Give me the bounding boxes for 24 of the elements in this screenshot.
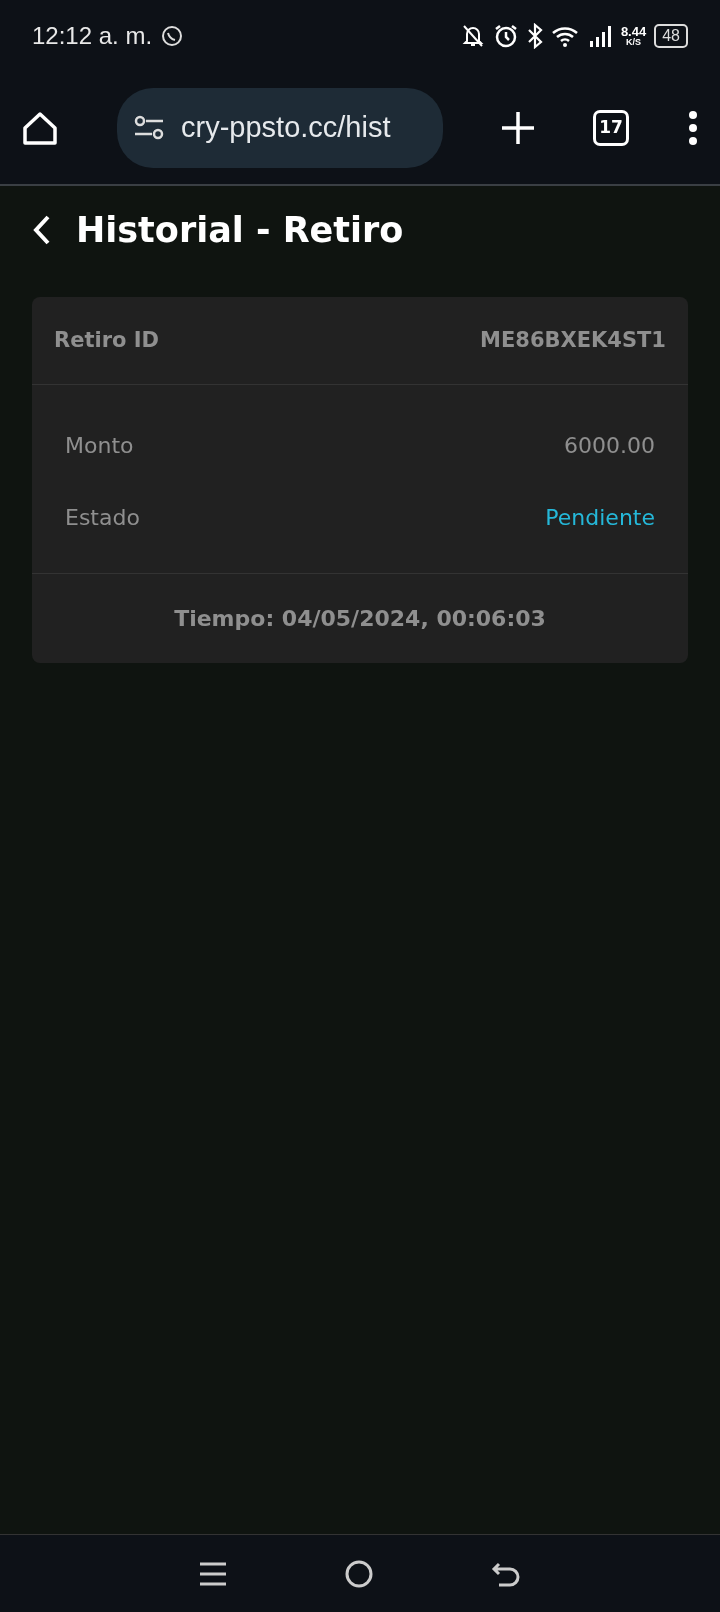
page-title: Historial - Retiro	[76, 209, 404, 252]
signal-icon	[588, 24, 613, 48]
menu-icon[interactable]	[686, 110, 700, 146]
muted-bell-icon	[460, 23, 485, 49]
status-value: Pendiente	[545, 503, 655, 532]
chat-icon	[160, 24, 185, 48]
amount-value: 6000.00	[564, 431, 655, 460]
recent-apps-icon[interactable]	[198, 1560, 227, 1587]
time-text: Tiempo: 04/05/2024, 00:06:03	[174, 606, 546, 631]
tab-count-button[interactable]: 17	[593, 110, 629, 146]
network-speed: 8.44	[620, 25, 647, 38]
speed-unit: K/S	[626, 38, 642, 47]
status-time: 12:12 a. m.	[32, 21, 153, 51]
field-label: Estado	[65, 503, 140, 532]
bluetooth-icon	[526, 23, 543, 49]
home-button-icon[interactable]	[344, 1558, 374, 1589]
address-bar[interactable]: cry-ppsto.cc/hist	[117, 88, 443, 168]
back-icon[interactable]	[32, 214, 52, 247]
id-label: Retiro ID	[54, 326, 159, 354]
field-label: Monto	[65, 431, 134, 460]
id-value: ME86BXEK4ST1	[480, 326, 666, 354]
site-settings-icon[interactable]	[133, 114, 165, 142]
new-tab-icon[interactable]	[500, 110, 536, 146]
battery-level: 48	[654, 24, 688, 48]
